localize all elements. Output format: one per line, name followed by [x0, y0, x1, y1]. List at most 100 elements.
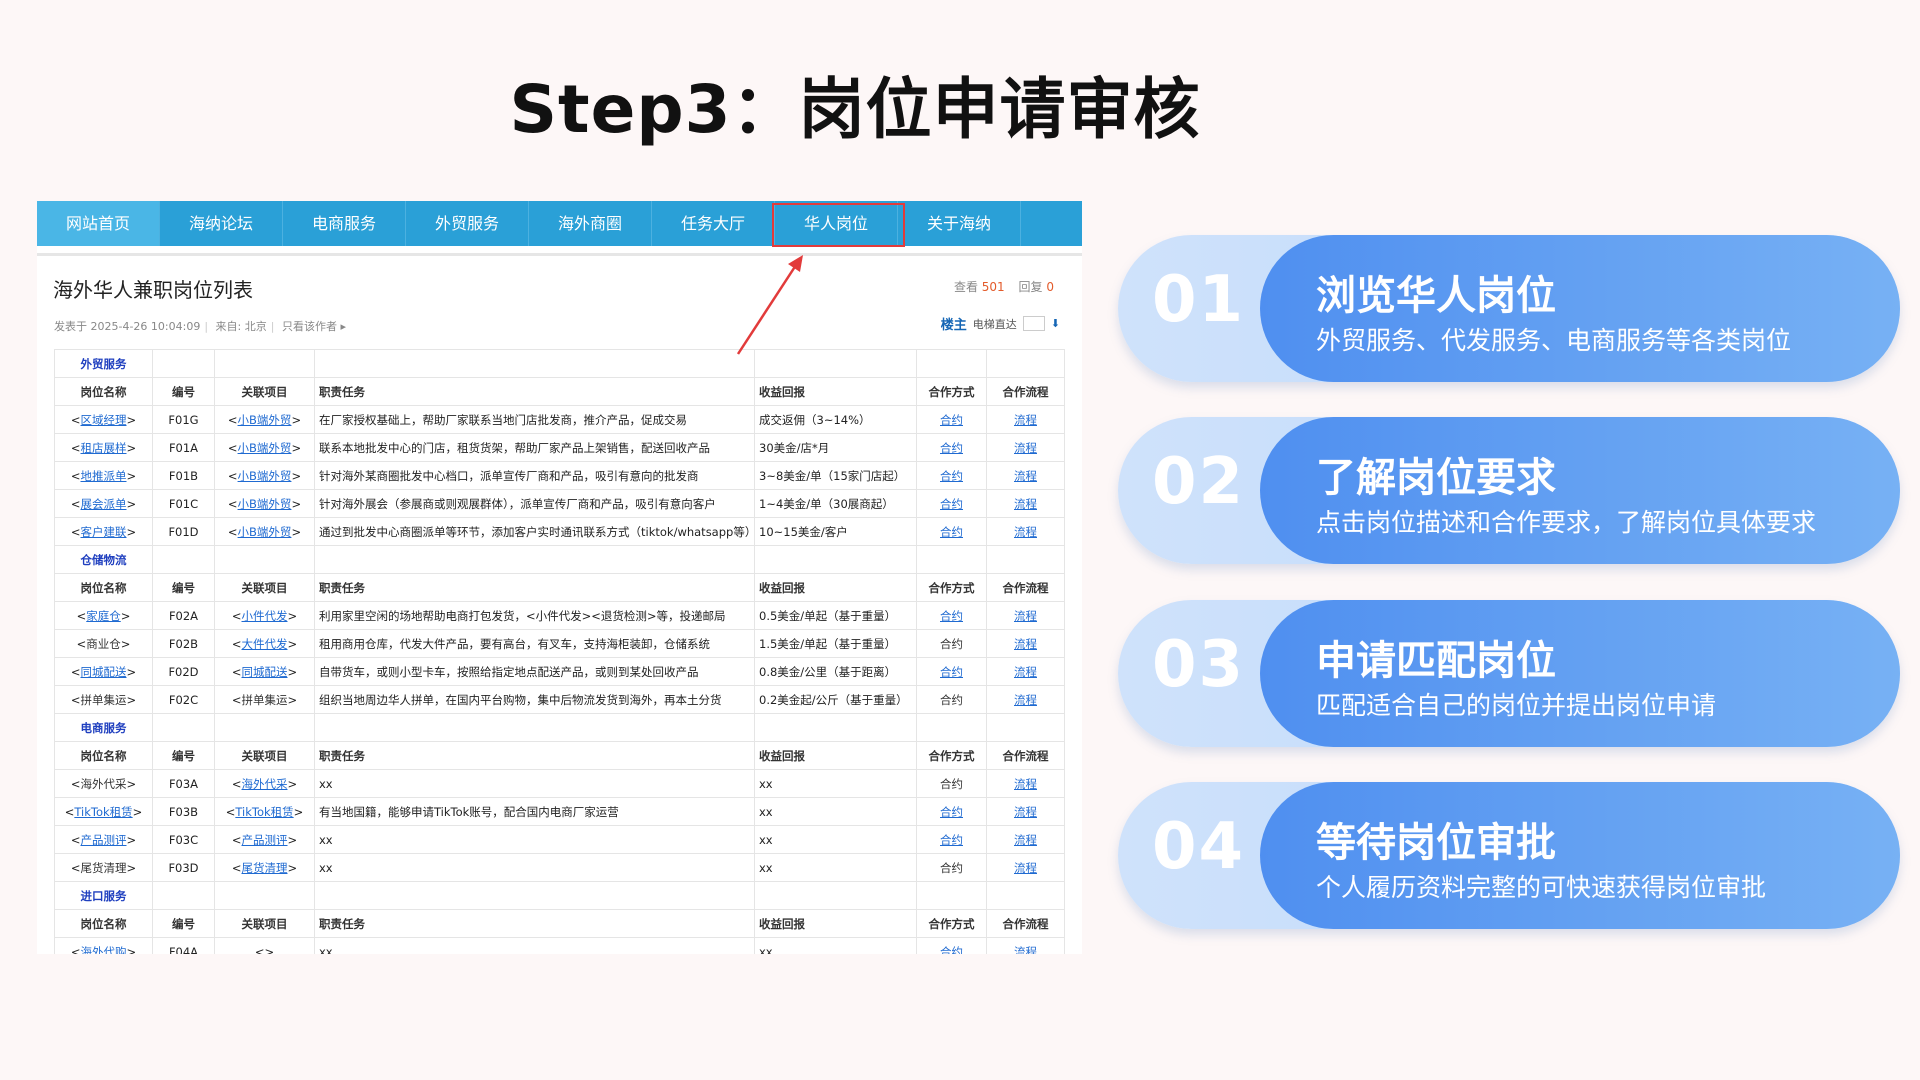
column-header: 编号	[152, 909, 215, 938]
job-code: F01D	[152, 517, 215, 546]
project-link[interactable]: 小件代发	[242, 609, 288, 623]
flow-link[interactable]: 流程	[1014, 861, 1037, 875]
project-link[interactable]: 小B端外贸	[238, 469, 292, 483]
project-link[interactable]: 小B端外贸	[238, 413, 292, 427]
table-row: <尾货清理> F03D <尾货清理> xx xx 合约 流程	[54, 853, 1065, 882]
coop-cell: 合约	[916, 489, 987, 518]
coop-cell: 合约	[916, 685, 987, 714]
flow-link[interactable]: 流程	[1014, 665, 1037, 679]
flow-link[interactable]: 流程	[1014, 413, 1037, 427]
project-link[interactable]: TikTok租赁	[235, 805, 293, 819]
project-link[interactable]: 同城配送	[242, 665, 288, 679]
jump-input[interactable]	[1022, 316, 1045, 331]
project-link[interactable]: 尾货清理	[242, 861, 288, 875]
project-cell: <产品测评>	[214, 825, 315, 854]
flow-link[interactable]: 流程	[1014, 469, 1037, 483]
coop-cell: 合约	[916, 461, 987, 490]
table-row: <产品测评> F03C <产品测评> xx xx 合约 流程	[54, 825, 1065, 854]
job-name[interactable]: 客户建联	[81, 525, 127, 539]
nav-trade[interactable]: 外贸服务	[406, 201, 529, 246]
job-name: 尾货清理	[80, 860, 127, 875]
job-name[interactable]: 同城配送	[81, 665, 127, 679]
reward-cell: xx	[754, 797, 917, 826]
contract-link[interactable]: 合约	[940, 805, 963, 819]
contract-link[interactable]: 合约	[940, 525, 963, 539]
step-number: 03	[1152, 628, 1246, 702]
duty-cell: 针对海外某商圈批发中心档口，派单宣传厂商和产品，吸引有意向的批发商	[314, 461, 755, 490]
duty-cell: 利用家里空闲的场地帮助电商打包发货，<小件代发><退货检测>等，投递邮局	[314, 601, 755, 630]
author-tag: 楼主	[940, 318, 967, 333]
contract-link[interactable]: 合约	[940, 665, 963, 679]
empty-cell	[916, 881, 987, 910]
job-name-cell: <拼单集运>	[54, 685, 153, 714]
header-row: 岗位名称 编号 关联项目 职责任务 收益回报 合作方式 合作流程	[54, 741, 1065, 770]
flow-link[interactable]: 流程	[1014, 441, 1037, 455]
nav-highlight-box	[772, 203, 905, 247]
job-name[interactable]: 地推派单	[81, 469, 127, 483]
nav-about[interactable]: 关于海纳	[898, 201, 1021, 246]
column-header: 关联项目	[214, 909, 315, 938]
section-row: 进口服务	[54, 881, 1065, 910]
job-name[interactable]: 家庭仓	[86, 609, 121, 623]
contract-link[interactable]: 合约	[940, 945, 963, 955]
project-link[interactable]: 小B端外贸	[238, 497, 292, 511]
header-row: 岗位名称 编号 关联项目 职责任务 收益回报 合作方式 合作流程	[54, 909, 1065, 938]
job-name[interactable]: 产品测评	[81, 833, 127, 847]
project-link[interactable]: 小B端外贸	[238, 441, 292, 455]
flow-cell: 流程	[986, 825, 1065, 854]
jobs-table: 外贸服务 岗位名称 编号 关联项目 职责任务 收益回报 合作方式 合作流程 <区域经理> F01G…	[54, 349, 1065, 954]
project-cell: <小B端外贸>	[214, 489, 315, 518]
contract-link[interactable]: 合约	[940, 469, 963, 483]
job-name[interactable]: 海外代购	[81, 945, 127, 955]
job-name[interactable]: 租店展样	[81, 441, 127, 455]
project-cell: <海外代采>	[214, 769, 315, 798]
project-link[interactable]: 大件代发	[242, 637, 288, 651]
nav-business-circle[interactable]: 海外商圈	[529, 201, 652, 246]
project-link[interactable]: 产品测评	[242, 833, 288, 847]
post-title: 海外华人兼职岗位列表	[53, 278, 253, 302]
column-header: 收益回报	[754, 909, 917, 938]
nav-ecommerce[interactable]: 电商服务	[283, 201, 406, 246]
contract-link[interactable]: 合约	[940, 609, 963, 623]
contract-link[interactable]: 合约	[940, 497, 963, 511]
flow-link[interactable]: 流程	[1014, 637, 1037, 651]
nav-forum[interactable]: 海纳论坛	[160, 201, 283, 246]
job-name-cell: <租店展样>	[54, 433, 153, 462]
flow-link[interactable]: 流程	[1014, 945, 1037, 955]
step-desc: 个人履历资料完整的可快速获得岗位审批	[1316, 873, 1767, 902]
reward-cell: 0.8美金/公里（基于距离）	[754, 657, 917, 686]
job-name: 拼单集运	[80, 692, 127, 707]
flow-link[interactable]: 流程	[1014, 693, 1037, 707]
arrow-down-icon[interactable]: ⬇	[1051, 317, 1060, 330]
contract-link: 合约	[940, 860, 963, 875]
job-name-cell: <尾货清理>	[54, 853, 153, 882]
flow-link[interactable]: 流程	[1014, 777, 1037, 791]
job-name[interactable]: 区域经理	[81, 413, 127, 427]
flow-link[interactable]: 流程	[1014, 525, 1037, 539]
nav-home[interactable]: 网站首页	[37, 201, 160, 246]
nav-task-hall[interactable]: 任务大厅	[652, 201, 775, 246]
column-header: 职责任务	[314, 909, 755, 938]
flow-cell: 流程	[986, 433, 1065, 462]
flow-link[interactable]: 流程	[1014, 609, 1037, 623]
project-link[interactable]: 海外代采	[242, 777, 288, 791]
job-name[interactable]: TikTok租赁	[74, 805, 132, 819]
flow-link[interactable]: 流程	[1014, 497, 1037, 511]
job-code: F02C	[152, 685, 215, 714]
job-name[interactable]: 展会派单	[81, 497, 127, 511]
job-name-cell: <地推派单>	[54, 461, 153, 490]
project-cell: <小B端外贸>	[214, 433, 315, 462]
flow-link[interactable]: 流程	[1014, 833, 1037, 847]
flow-link[interactable]: 流程	[1014, 805, 1037, 819]
job-code: F03C	[152, 825, 215, 854]
contract-link[interactable]: 合约	[940, 833, 963, 847]
table-row: <客户建联> F01D <小B端外贸> 通过到批发中心商圈派单等环节，添加客户实时通讯…	[54, 517, 1065, 546]
contract-link[interactable]: 合约	[940, 441, 963, 455]
job-code: F01C	[152, 489, 215, 518]
only-author-link[interactable]: 只看该作者	[282, 320, 337, 333]
reward-cell: xx	[754, 937, 917, 954]
flow-cell: 流程	[986, 601, 1065, 630]
contract-link[interactable]: 合约	[940, 413, 963, 427]
job-name-cell: <商业仓>	[54, 629, 153, 658]
project-link[interactable]: 小B端外贸	[238, 525, 292, 539]
